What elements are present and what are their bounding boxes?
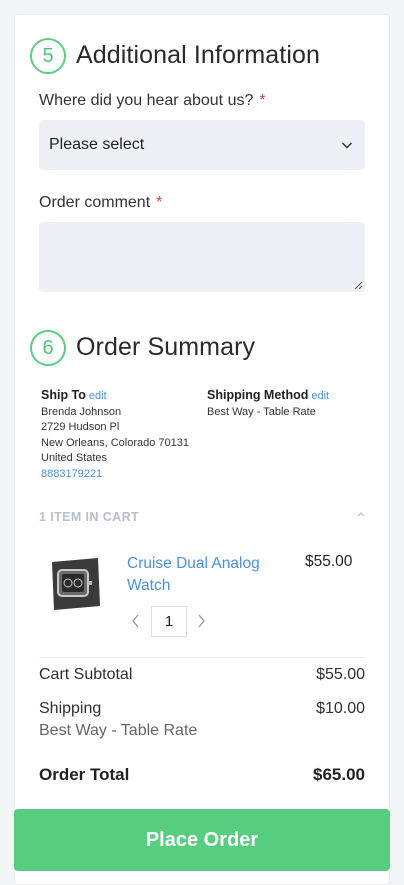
- product-thumbnail[interactable]: [44, 552, 106, 614]
- ship-to-edit-link[interactable]: edit: [89, 390, 107, 402]
- ship-phone-link[interactable]: 8883179221: [41, 467, 201, 483]
- additional-info-title: Additional Information: [76, 41, 321, 69]
- hear-about-select[interactable]: Please select: [39, 120, 365, 170]
- step-5-badge: 5: [30, 38, 66, 74]
- place-order-button[interactable]: Place Order: [14, 809, 390, 871]
- chevron-left-icon[interactable]: [130, 613, 142, 629]
- hear-about-label: Where did you hear about us? *: [39, 92, 266, 110]
- shipping-method-edit-link[interactable]: edit: [311, 390, 329, 402]
- order-comment-label: Order comment *: [39, 194, 162, 212]
- hear-about-selected-value: Please select: [49, 136, 145, 153]
- ship-street: 2729 Hudson Pl: [41, 421, 120, 433]
- order-comment-textarea[interactable]: [39, 222, 365, 292]
- order-total-label: Order Total: [39, 765, 130, 784]
- shipping-method-label: Shipping Method: [207, 388, 309, 402]
- product-price: $55.00: [305, 553, 353, 570]
- chevron-down-icon: [341, 142, 353, 149]
- cart-subtotal-value: $55.00: [316, 666, 365, 683]
- shipping-label: Shipping: [39, 700, 102, 717]
- ship-country: United States: [41, 452, 108, 464]
- product-name-link[interactable]: Cruise Dual Analog Watch: [127, 553, 277, 596]
- ship-name: Brenda Johnson: [41, 405, 122, 418]
- shipping-method-sub: Best Way - Table Rate: [39, 722, 198, 739]
- hear-about-label-text: Where did you hear about us?: [39, 92, 254, 109]
- resize-grip-icon[interactable]: [354, 281, 363, 290]
- ship-to-block: Ship To edit Brenda Johnson 2729 Hudson P…: [41, 388, 201, 482]
- chevron-right-icon[interactable]: [195, 613, 207, 629]
- order-comment-label-text: Order comment: [39, 194, 151, 211]
- step-6-badge: 6: [30, 330, 66, 366]
- ship-city: New Orleans, Colorado 70131: [41, 436, 189, 449]
- chevron-up-icon[interactable]: [356, 511, 366, 519]
- summary-divider: [39, 657, 365, 658]
- shipping-method-value: Best Way - Table Rate: [207, 405, 316, 418]
- ship-to-label: Ship To: [41, 388, 86, 402]
- cart-subtotal-label: Cart Subtotal: [39, 666, 133, 683]
- order-total-value: $65.00: [313, 765, 365, 784]
- required-asterisk: *: [156, 194, 163, 211]
- shipping-value: $10.00: [316, 700, 365, 717]
- items-in-cart-header[interactable]: 1 ITEM IN CART: [39, 510, 139, 524]
- quantity-input[interactable]: 1: [151, 606, 187, 637]
- shipping-method-block: Shipping Method edit Best Way - Table Rat…: [207, 388, 367, 420]
- required-asterisk: *: [259, 92, 266, 109]
- order-summary-title: Order Summary: [76, 333, 256, 361]
